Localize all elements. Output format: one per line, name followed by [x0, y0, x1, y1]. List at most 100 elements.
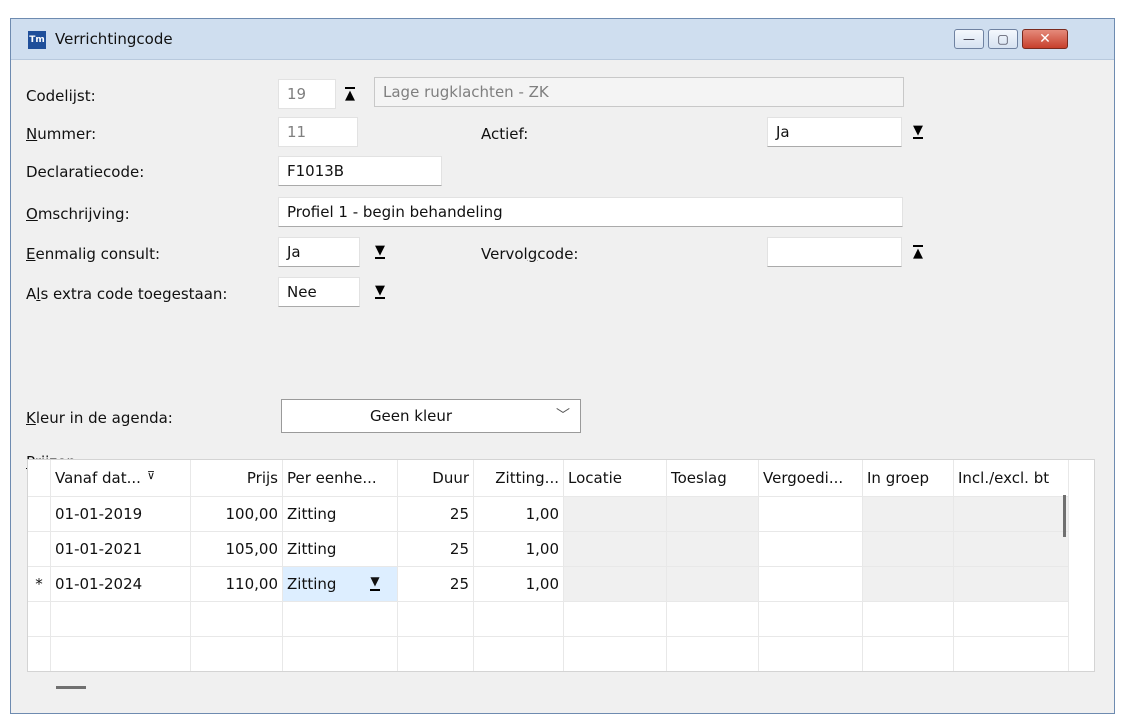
column-header[interactable]: Toeslag	[666, 460, 759, 497]
empty-cell[interactable]	[282, 601, 398, 637]
duur-cell[interactable]: 25	[397, 531, 474, 567]
kleur-combobox[interactable]: Geen kleur ﹀	[281, 399, 581, 433]
up-arrow-icon[interactable]: ▲	[341, 85, 359, 103]
prices-grid[interactable]: Vanaf dat... ⊽ Prijs Per eenhe... Duur Zi…	[27, 459, 1095, 672]
window-title: Verrichtingcode	[55, 30, 173, 48]
vervolgcode-field[interactable]	[767, 237, 902, 267]
vanaf-cell[interactable]: 01-01-2024	[50, 566, 191, 602]
actief-field[interactable]: Ja	[767, 117, 902, 147]
prijs-cell[interactable]: 110,00	[190, 566, 283, 602]
vertical-scrollbar[interactable]	[1063, 495, 1066, 537]
close-button[interactable]: ✕	[1022, 29, 1068, 49]
empty-cell[interactable]	[282, 636, 398, 671]
empty-cell[interactable]	[190, 601, 283, 637]
table-row[interactable]: 01-01-2019 100,00 Zitting 25 1,00	[28, 496, 1069, 532]
prijs-cell[interactable]: 100,00	[190, 496, 283, 532]
down-arrow-icon[interactable]: ▼	[909, 123, 927, 141]
row-marker[interactable]	[28, 496, 51, 532]
column-header[interactable]: Incl./excl. bt	[953, 460, 1069, 497]
empty-cell[interactable]	[953, 601, 1069, 637]
table-row[interactable]: * 01-01-2024 110,00 Zitting ▼ 25 1,00	[28, 566, 1069, 602]
empty-cell[interactable]	[50, 601, 191, 637]
eenmalig-consult-field[interactable]: Ja	[278, 237, 360, 267]
empty-cell[interactable]	[758, 636, 863, 671]
declaratiecode-field[interactable]: F1013B	[278, 156, 442, 186]
row-header-corner	[28, 460, 51, 497]
empty-cell[interactable]	[397, 636, 474, 671]
omschrijving-label: Omschrijving:	[26, 205, 130, 223]
kleur-label: Kleur in de agenda:	[26, 409, 173, 427]
row-marker[interactable]: *	[28, 566, 51, 602]
locatie-cell	[563, 496, 667, 532]
column-header[interactable]: Vergoedi...	[758, 460, 863, 497]
extra-code-field[interactable]: Nee	[278, 277, 360, 307]
empty-cell[interactable]	[473, 601, 564, 637]
codelijst-description: Lage rugklachten - ZK	[374, 77, 904, 107]
empty-cell[interactable]	[190, 636, 283, 671]
vergoeding-cell[interactable]	[758, 531, 863, 567]
duur-cell[interactable]: 25	[397, 496, 474, 532]
empty-cell[interactable]	[758, 601, 863, 637]
zitting-cell[interactable]: 1,00	[473, 531, 564, 567]
zitting-cell[interactable]: 1,00	[473, 566, 564, 602]
empty-cell[interactable]	[563, 636, 667, 671]
prijs-cell[interactable]: 105,00	[190, 531, 283, 567]
down-arrow-icon[interactable]: ▼	[371, 243, 389, 261]
in-groep-cell	[862, 496, 954, 532]
up-arrow-icon[interactable]: ▲	[909, 243, 927, 261]
actief-label: Actief:	[481, 125, 529, 143]
locatie-cell	[563, 531, 667, 567]
empty-cell[interactable]	[666, 601, 759, 637]
empty-cell[interactable]	[563, 601, 667, 637]
empty-cell[interactable]	[666, 636, 759, 671]
codelijst-label: Codelijst:	[26, 87, 96, 105]
eenheid-cell[interactable]: Zitting ▼	[282, 566, 398, 602]
locatie-cell	[563, 566, 667, 602]
empty-cell[interactable]	[862, 601, 954, 637]
column-header[interactable]: In groep	[862, 460, 954, 497]
empty-cell[interactable]	[862, 636, 954, 671]
btw-cell	[953, 531, 1069, 567]
horizontal-scrollbar[interactable]	[56, 686, 86, 689]
down-arrow-icon[interactable]: ▼	[367, 574, 383, 593]
vergoeding-cell[interactable]	[758, 496, 863, 532]
title-bar[interactable]: Tm Verrichtingcode — ▢ ✕	[11, 19, 1114, 60]
duur-cell[interactable]: 25	[397, 566, 474, 602]
column-header[interactable]: Vanaf dat... ⊽	[50, 460, 191, 497]
column-header[interactable]: Prijs	[190, 460, 283, 497]
vanaf-cell[interactable]: 01-01-2021	[50, 531, 191, 567]
empty-cell[interactable]	[473, 636, 564, 671]
down-arrow-icon[interactable]: ▼	[371, 283, 389, 301]
empty-cell[interactable]	[953, 636, 1069, 671]
vanaf-cell[interactable]: 01-01-2019	[50, 496, 191, 532]
eenheid-value: Zitting	[287, 575, 337, 593]
codelijst-field[interactable]: 19	[278, 79, 336, 109]
omschrijving-field[interactable]: Profiel 1 - begin behandeling	[278, 197, 903, 227]
eenheid-cell[interactable]: Zitting	[282, 496, 398, 532]
table-row[interactable]: 01-01-2021 105,00 Zitting 25 1,00	[28, 531, 1069, 567]
row-marker[interactable]	[28, 531, 51, 567]
table-row[interactable]	[28, 636, 1069, 671]
nummer-field[interactable]: 11	[278, 117, 358, 147]
zitting-cell[interactable]: 1,00	[473, 496, 564, 532]
maximize-button[interactable]: ▢	[988, 29, 1018, 49]
vergoeding-cell[interactable]	[758, 566, 863, 602]
sort-filter-icon[interactable]: ⊽	[147, 469, 155, 482]
prices-table: Vanaf dat... ⊽ Prijs Per eenhe... Duur Zi…	[28, 460, 1069, 671]
empty-cell[interactable]	[397, 601, 474, 637]
column-header[interactable]: Per eenhe...	[282, 460, 398, 497]
empty-cell[interactable]	[50, 636, 191, 671]
column-header[interactable]: Duur	[397, 460, 474, 497]
app-icon: Tm	[28, 31, 46, 49]
declaratiecode-label: Declaratiecode:	[26, 163, 145, 181]
column-header[interactable]: Locatie	[563, 460, 667, 497]
minimize-button[interactable]: —	[954, 29, 984, 49]
eenheid-cell[interactable]: Zitting	[282, 531, 398, 567]
column-header[interactable]: Zitting...	[473, 460, 564, 497]
header-row: Vanaf dat... ⊽ Prijs Per eenhe... Duur Zi…	[28, 460, 1069, 497]
eenmalig-consult-label: Eenmalig consult:	[26, 245, 161, 263]
row-marker[interactable]	[28, 636, 51, 671]
toeslag-cell	[666, 531, 759, 567]
row-marker[interactable]	[28, 601, 51, 637]
table-row[interactable]	[28, 601, 1069, 637]
